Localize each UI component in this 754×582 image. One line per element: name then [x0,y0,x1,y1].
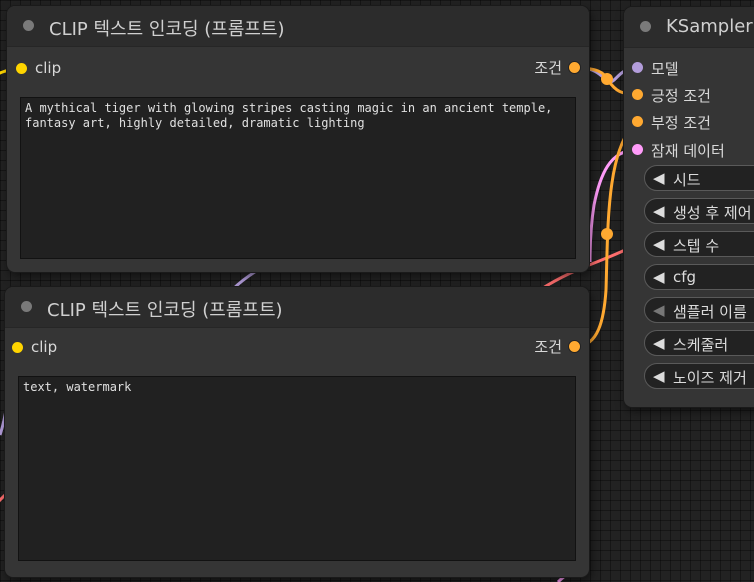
widget-sampler-name[interactable]: ◀ 샘플러 이름 [644,297,754,323]
widget-denoise[interactable]: ◀ 노이즈 제거 [644,363,754,389]
prompt-textarea[interactable]: text, watermark [18,376,576,561]
node-title: KSampler [666,16,753,37]
conditioning-pin[interactable] [632,89,643,100]
conditioning-pin[interactable] [632,116,643,127]
widget-label: 샘플러 이름 [673,303,747,321]
left-triangle-icon[interactable]: ◀ [653,202,665,220]
input-slot-model[interactable]: 모델 [632,57,754,79]
left-triangle-icon[interactable]: ◀ [653,169,665,187]
input-slot-negative[interactable]: 부정 조건 [632,111,754,133]
clip-text-encode-node-negative[interactable]: CLIP 텍스트 인코딩 (프롬프트) clip 조건 text, waterm… [5,287,589,577]
output-slot-conditioning[interactable]: 조건 [461,335,581,357]
node-title: CLIP 텍스트 인코딩 (프롬프트) [49,19,285,40]
conditioning-pin[interactable] [568,340,581,353]
clip-pin[interactable] [12,342,23,353]
widget-scheduler[interactable]: ◀ 스케줄러 [644,330,754,356]
ksampler-node[interactable]: KSampler 모델 긍정 조건 부정 조건 잠재 데이터 ◀ 시드 ◀ 생성… [624,7,754,407]
widget-steps[interactable]: ◀ 스텝 수 [644,231,754,257]
link-midpoint-top[interactable] [601,73,613,85]
left-triangle-icon[interactable]: ◀ [653,268,665,286]
widget-label: 스케줄러 [673,336,729,354]
slot-label: clip [31,338,58,356]
clip-text-encode-node-positive[interactable]: CLIP 텍스트 인코딩 (프롬프트) clip 조건 A mythical t… [7,6,589,272]
input-slot-clip[interactable]: clip [12,337,132,359]
widget-seed[interactable]: ◀ 시드 [644,165,754,191]
widget-label: 생성 후 제어 [673,204,752,222]
slot-label: 조건 [534,59,562,77]
widget-control-after-generate[interactable]: ◀ 생성 후 제어 [644,198,754,224]
widget-label: 시드 [673,171,701,189]
node-title: CLIP 텍스트 인코딩 (프롬프트) [47,300,283,321]
output-slot-conditioning[interactable]: 조건 [461,56,581,78]
latent-pin[interactable] [632,144,643,155]
clip-pin[interactable] [16,63,27,74]
left-triangle-icon[interactable]: ◀ [653,367,665,385]
node-header[interactable]: KSampler [624,7,754,48]
slot-label: 부정 조건 [651,114,711,132]
model-pin[interactable] [632,62,643,73]
left-triangle-icon[interactable]: ◀ [653,334,665,352]
slot-label: clip [35,59,62,77]
slot-label: 조건 [534,338,562,356]
circle-icon[interactable] [21,301,32,312]
node-header[interactable]: CLIP 텍스트 인코딩 (프롬프트) [5,287,589,328]
left-triangle-icon[interactable]: ◀ [653,301,665,319]
widget-label: cfg [673,268,697,286]
circle-icon[interactable] [23,20,34,31]
input-slot-latent[interactable]: 잠재 데이터 [632,139,754,161]
widget-cfg[interactable]: ◀ cfg [644,264,754,290]
widget-label: 스텝 수 [673,237,720,255]
input-slot-positive[interactable]: 긍정 조건 [632,84,754,106]
prompt-textarea[interactable]: A mythical tiger with glowing stripes ca… [20,97,576,259]
circle-icon[interactable] [640,21,651,32]
link-midpoint-negative[interactable] [601,228,613,240]
slot-label: 긍정 조건 [651,87,711,105]
widget-label: 노이즈 제거 [673,369,747,387]
slot-label: 모델 [651,60,679,78]
slot-label: 잠재 데이터 [651,142,725,160]
left-triangle-icon[interactable]: ◀ [653,235,665,253]
conditioning-pin[interactable] [568,61,581,74]
input-slot-clip[interactable]: clip [16,58,136,80]
node-header[interactable]: CLIP 텍스트 인코딩 (프롬프트) [7,6,589,47]
